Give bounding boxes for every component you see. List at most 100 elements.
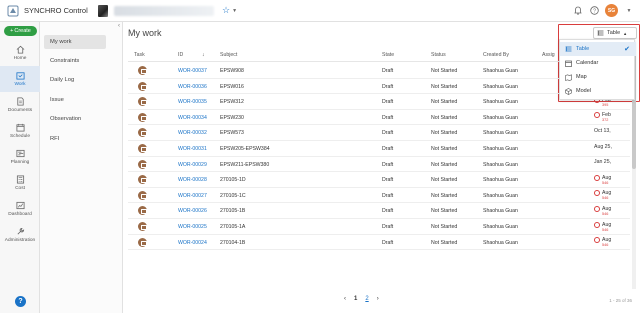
column-header-state[interactable]: State	[382, 52, 394, 58]
cell-id[interactable]: WOR-00037	[178, 68, 207, 74]
table-row[interactable]: WOR-00028 270105-1D Draft Not Started Shaohu…	[128, 172, 630, 188]
cell-id[interactable]: WOR-00024	[178, 240, 207, 246]
cell-due: Oct 13,	[594, 128, 611, 134]
rail-item-home[interactable]: Home	[0, 40, 40, 66]
cell-id[interactable]: WOR-00028	[178, 177, 207, 183]
cell-status: Not Started	[431, 114, 458, 121]
task-icon	[138, 175, 147, 185]
cell-state: Draft	[382, 130, 394, 137]
table-row[interactable]: WOR-00029 EPSW211-EPSW380 Draft Not Started…	[128, 157, 630, 173]
column-header-task[interactable]: Task	[134, 52, 145, 58]
view-menu: Table ✔ Calendar Map Model	[559, 39, 636, 100]
project-thumbnail[interactable]	[98, 4, 108, 17]
overdue-clock-icon	[594, 221, 600, 228]
cell-status: Not Started	[431, 208, 458, 215]
cell-created-by: Shaohua Guan	[483, 224, 518, 230]
table-row[interactable]: WOR-00036 EPSW016 Draft Not Started Shaohua …	[128, 79, 630, 95]
cell-id[interactable]: WOR-00029	[178, 162, 207, 168]
create-button[interactable]: + Create	[4, 26, 37, 36]
subnav-item-constraints[interactable]: Constraints	[44, 54, 106, 68]
column-header-subject[interactable]: Subject	[220, 52, 237, 58]
view-menu-item-calendar[interactable]: Calendar	[560, 56, 636, 70]
subnav-item-issue[interactable]: Issue	[44, 93, 106, 107]
rail-item-documents[interactable]: Documents	[0, 92, 40, 118]
view-menu-item-label: Calendar	[576, 60, 599, 66]
cell-subject: EPSW230	[220, 114, 244, 121]
cell-status: Not Started	[431, 192, 458, 199]
rail-item-planning[interactable]: Planning	[0, 144, 40, 170]
due-date: Jan 25,	[594, 159, 612, 166]
table-row[interactable]: WOR-00032 EPSW573 Draft Not Started Shaohua …	[128, 125, 630, 141]
help-icon[interactable]: ?	[589, 6, 599, 16]
subnav-item-daily-log[interactable]: Daily Log	[44, 73, 106, 87]
cell-id[interactable]: WOR-00034	[178, 115, 207, 121]
prev-page-icon[interactable]: ‹	[344, 296, 346, 302]
due-date: Aug	[602, 205, 612, 212]
help-button[interactable]: ?	[15, 296, 26, 307]
cell-status: Not Started	[431, 177, 458, 184]
column-header-assigned[interactable]: Assig	[542, 52, 555, 58]
column-header-id[interactable]: ID	[178, 52, 183, 58]
table-row[interactable]: WOR-00035 EPSW312 Draft Not Started Shaohua …	[128, 94, 630, 110]
subnav-item-observation[interactable]: Observation	[44, 112, 106, 126]
avatar[interactable]: SG	[605, 4, 618, 17]
table-row[interactable]: WOR-00027 270105-1C Draft Not Started Shaohu…	[128, 188, 630, 204]
cell-created-by: Shaohua Guan	[483, 130, 518, 137]
cell-id[interactable]: WOR-00032	[178, 130, 207, 136]
chevron-down-icon[interactable]: ▼	[624, 6, 634, 16]
cell-id[interactable]: WOR-00036	[178, 84, 207, 90]
cell-state: Draft	[382, 161, 394, 168]
next-page-icon[interactable]: ›	[377, 296, 379, 302]
cell-id[interactable]: WOR-00025	[178, 224, 207, 230]
synchro-logo-icon[interactable]	[6, 4, 20, 18]
page-2[interactable]: 2	[365, 296, 368, 302]
cell-state: Draft	[382, 192, 394, 199]
table-row[interactable]: WOR-00034 EPSW230 Draft Not Started Shaohua …	[128, 110, 630, 126]
map-icon	[565, 73, 572, 81]
page-1[interactable]: 1	[354, 296, 357, 302]
subnav-item-rfi[interactable]: RFI	[44, 132, 106, 146]
subnav-item-my-work[interactable]: My work	[44, 35, 106, 49]
rail-item-dashboard[interactable]: Dashboard	[0, 196, 40, 222]
table-row[interactable]: WOR-00025 270105-1A Draft Not Started Shaohu…	[128, 219, 630, 235]
column-header-status[interactable]: Status	[431, 52, 446, 58]
cell-id[interactable]: WOR-00035	[178, 99, 207, 105]
rail-item-administration[interactable]: Administration	[0, 222, 40, 248]
cell-created-by: Shaohua Guan	[483, 146, 518, 152]
cell-status: Not Started	[431, 99, 458, 106]
cell-status: Not Started	[431, 83, 458, 90]
rail-item-schedule[interactable]: Schedule	[0, 118, 40, 144]
secondary-nav: ‹ My work Constraints Daily Log Issue Ob…	[40, 22, 123, 313]
cell-state: Draft	[382, 177, 394, 184]
cell-id[interactable]: WOR-00031	[178, 146, 207, 152]
chevron-down-icon[interactable]: ▼	[232, 8, 237, 14]
rail-item-work[interactable]: Work	[0, 66, 40, 92]
rail-item-label: Schedule	[9, 134, 30, 139]
column-header-created-by[interactable]: Created By	[483, 52, 509, 58]
rail-item-label: Documents	[7, 108, 33, 113]
view-menu-item-model[interactable]: Model	[560, 84, 636, 98]
view-menu-item-map[interactable]: Map	[560, 70, 636, 84]
project-name[interactable]	[114, 5, 214, 16]
cell-due: Jan 25,	[594, 159, 612, 166]
sort-down-icon[interactable]: ↓	[202, 52, 205, 58]
collapse-arrow-icon[interactable]: ‹	[118, 23, 120, 29]
table-row[interactable]: WOR-00026 270105-1B Draft Not Started Shaohu…	[128, 203, 630, 219]
left-rail: + Create Home Work Documents Schedule Pl…	[0, 22, 40, 313]
view-menu-item-label: Model	[576, 88, 591, 94]
view-menu-item-table[interactable]: Table ✔	[560, 42, 636, 56]
cell-due: Aug 546	[594, 237, 611, 248]
overdue-days: 372	[602, 118, 609, 123]
cell-id[interactable]: WOR-00026	[178, 208, 207, 214]
bell-icon[interactable]	[573, 6, 583, 16]
rail-item-cost[interactable]: Cost	[0, 170, 40, 196]
view-menu-item-label: Table	[576, 46, 590, 52]
star-icon[interactable]: ☆	[222, 5, 230, 16]
table-icon	[597, 30, 604, 36]
cell-id[interactable]: WOR-00027	[178, 193, 207, 199]
table-row[interactable]: WOR-00031 EPSW205-EPSW384 Draft Not Started…	[128, 141, 630, 157]
table-row[interactable]: WOR-00037 EPSW908 Draft Not Started Shaohua …	[128, 63, 630, 79]
rail-item-label: Work	[14, 82, 26, 87]
table-row[interactable]: WOR-00024 270104-1B Draft Not Started Shaohu…	[128, 235, 630, 251]
view-selector-button[interactable]: Table ▲	[593, 27, 637, 39]
